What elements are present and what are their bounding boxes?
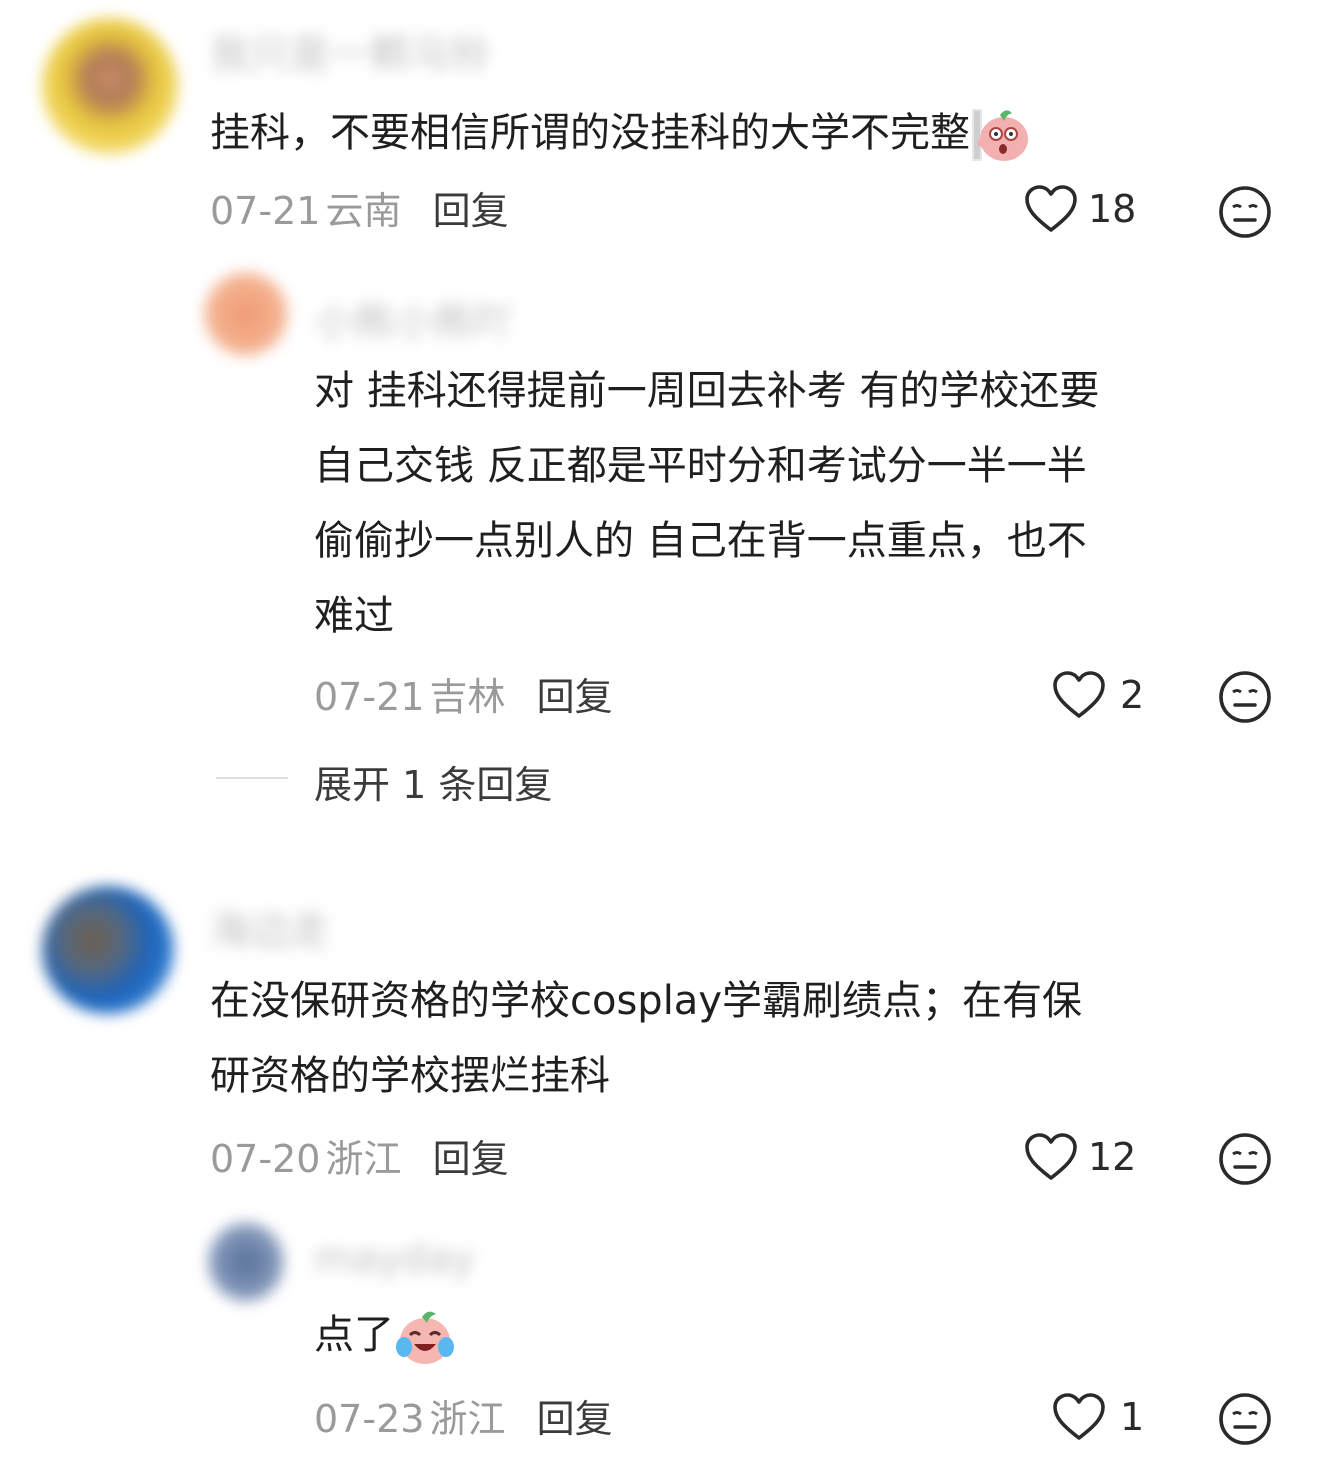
avatar[interactable] (208, 1222, 284, 1302)
comment-text-content: 挂科，不要相信所谓的没挂科的大学不完整 (210, 110, 970, 156)
like-count: 12 (1088, 1135, 1137, 1179)
comment-meta: 07-21 云南 回复 (210, 180, 509, 235)
comment-location: 吉林 (429, 675, 506, 719)
like-count: 2 (1120, 673, 1145, 717)
heart-outline-icon (1052, 670, 1106, 720)
comment-location: 浙江 (325, 1137, 402, 1181)
meh-face-icon[interactable] (1218, 670, 1272, 724)
comment-line: 难过 (314, 593, 394, 639)
comment-meta: 07-23 浙江 回复 (314, 1388, 613, 1443)
peach-crying-laugh-emoji (394, 1307, 456, 1367)
comment-location: 浙江 (429, 1397, 506, 1441)
heart-outline-icon (1024, 1132, 1078, 1182)
comment-location: 云南 (325, 189, 402, 233)
peach-peek-emoji (970, 107, 1032, 163)
like-button[interactable]: 18 (1024, 184, 1136, 234)
comment-date: 07-20 (210, 1137, 321, 1181)
username[interactable]: 海边走 (210, 898, 330, 956)
comment-line: 对 挂科还得提前一周回去补考 有的学校还要 (314, 368, 1100, 414)
comment-date: 07-21 (210, 189, 321, 233)
comment-text: 在没保研资格的学校cosplay学霸刷绩点；在有保 研资格的学校摆烂挂科 (210, 964, 1082, 1114)
username[interactable]: 小熊小熊吖 (314, 290, 514, 348)
meh-face-icon[interactable] (1218, 1132, 1272, 1186)
comment-line: 偷偷抄一点别人的 自己在背一点重点，也不 (314, 518, 1087, 564)
avatar[interactable] (42, 886, 174, 1014)
comment-text: 点了 (314, 1298, 456, 1373)
reply-button[interactable]: 回复 (537, 1397, 613, 1441)
like-count: 18 (1088, 187, 1137, 231)
comment-text: 对 挂科还得提前一周回去补考 有的学校还要 自己交钱 反正都是平时分和考试分一半… (314, 354, 1099, 654)
comment-meta: 07-20 浙江 回复 (210, 1128, 509, 1183)
expand-replies-button[interactable]: 展开 1 条回复 (314, 754, 552, 809)
username[interactable]: 我只是一颗马铃 (210, 22, 490, 80)
like-button[interactable]: 2 (1052, 670, 1144, 720)
like-button[interactable]: 1 (1052, 1392, 1144, 1442)
like-button[interactable]: 12 (1024, 1132, 1136, 1182)
divider (216, 777, 288, 779)
comment-text: 挂科，不要相信所谓的没挂科的大学不完整 (210, 96, 1032, 171)
comment-line: 自己交钱 反正都是平时分和考试分一半一半 (314, 443, 1087, 489)
comment-date: 07-23 (314, 1397, 425, 1441)
comment-date: 07-21 (314, 675, 425, 719)
avatar[interactable] (42, 18, 178, 154)
comment-text-content: 点了 (314, 1312, 394, 1358)
comment-meta: 07-21 吉林 回复 (314, 666, 613, 721)
reply-button[interactable]: 回复 (433, 189, 509, 233)
meh-face-icon[interactable] (1218, 1392, 1272, 1446)
heart-outline-icon (1052, 1392, 1106, 1442)
comment-line: 在没保研资格的学校cosplay学霸刷绩点；在有保 (210, 978, 1082, 1024)
heart-outline-icon (1024, 184, 1078, 234)
comment-line: 研资格的学校摆烂挂科 (210, 1053, 610, 1099)
username[interactable]: mayday (314, 1236, 475, 1282)
meh-face-icon[interactable] (1218, 185, 1272, 239)
like-count: 1 (1120, 1395, 1145, 1439)
reply-button[interactable]: 回复 (433, 1137, 509, 1181)
avatar[interactable] (204, 272, 288, 356)
reply-button[interactable]: 回复 (537, 675, 613, 719)
